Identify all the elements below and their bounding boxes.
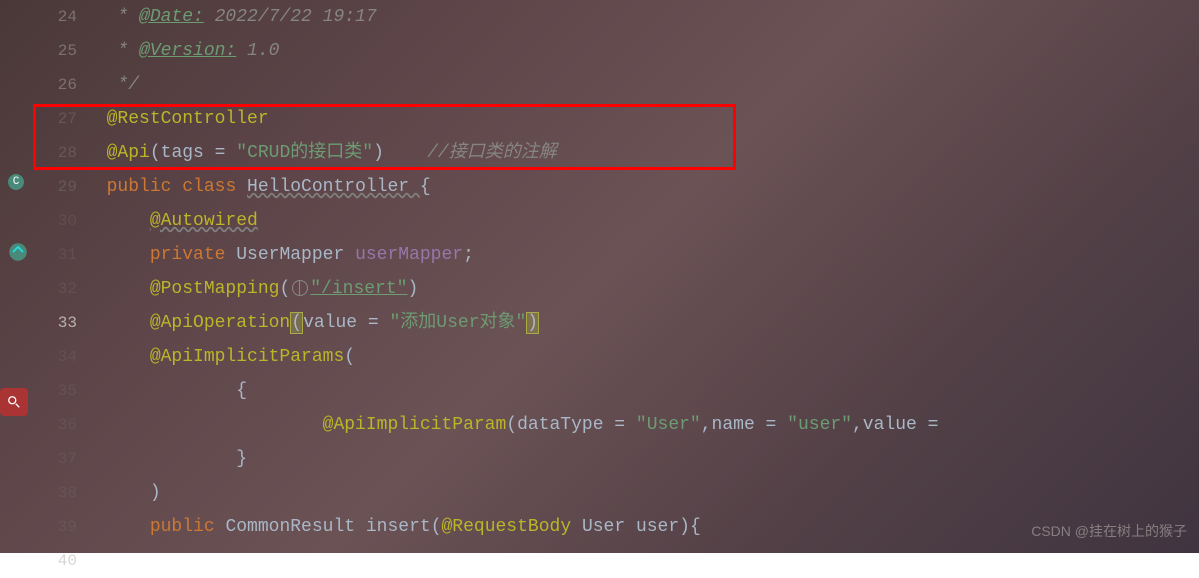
line-number: 25 — [40, 34, 77, 68]
code-line[interactable]: @ApiImplicitParams( — [85, 340, 1199, 374]
globe-icon — [292, 280, 308, 296]
line-numbers-gutter: 24 25 26 27 28 29 30 31 32 33 34 35 36 3… — [40, 0, 85, 553]
code-line[interactable]: @Api(tags = "CRUD的接口类") //接口类的注解 — [85, 136, 1199, 170]
line-number: 26 — [40, 68, 77, 102]
line-number: 29 — [40, 170, 77, 204]
search-icon[interactable] — [0, 388, 28, 416]
spring-icon[interactable] — [8, 242, 28, 262]
line-number: 31 — [40, 238, 77, 272]
code-content[interactable]: * @Date: 2022/7/22 19:17 * @Version: 1.0… — [85, 0, 1199, 553]
line-number: 39 — [40, 510, 77, 544]
line-number: 38 — [40, 476, 77, 510]
line-number: 37 — [40, 442, 77, 476]
line-number: 30 — [40, 204, 77, 238]
code-line[interactable]: @PostMapping("/insert") — [85, 272, 1199, 306]
line-number: 32 — [40, 272, 77, 306]
code-line[interactable]: } — [85, 442, 1199, 476]
line-number: 34 — [40, 340, 77, 374]
code-line[interactable]: { — [85, 374, 1199, 408]
code-line[interactable]: @Autowired — [85, 204, 1199, 238]
line-number: 33 — [40, 306, 77, 340]
code-line[interactable]: ) — [85, 476, 1199, 510]
code-line[interactable]: public class HelloController { — [85, 170, 1199, 204]
line-number: 24 — [40, 0, 77, 34]
line-number: 28 — [40, 136, 77, 170]
code-line[interactable]: * @Date: 2022/7/22 19:17 — [85, 0, 1199, 34]
gutter-icons-column: C — [0, 0, 40, 553]
line-number: 35 — [40, 374, 77, 408]
line-number: 27 — [40, 102, 77, 136]
code-line[interactable]: @ApiOperation(value = "添加User对象") — [85, 306, 1199, 340]
line-number: 40 — [40, 544, 77, 578]
code-line[interactable]: @RestController — [85, 102, 1199, 136]
class-icon[interactable]: C — [8, 174, 28, 194]
code-editor[interactable]: C 24 25 26 27 28 29 30 31 32 33 34 35 36… — [0, 0, 1199, 553]
code-line[interactable]: @ApiImplicitParam(dataType = "User",name… — [85, 408, 1199, 442]
csdn-watermark: CSDN @挂在树上的猴子 — [1031, 521, 1187, 541]
code-line[interactable]: */ — [85, 68, 1199, 102]
code-line[interactable]: private UserMapper userMapper; — [85, 238, 1199, 272]
line-number: 36 — [40, 408, 77, 442]
code-line[interactable]: * @Version: 1.0 — [85, 34, 1199, 68]
